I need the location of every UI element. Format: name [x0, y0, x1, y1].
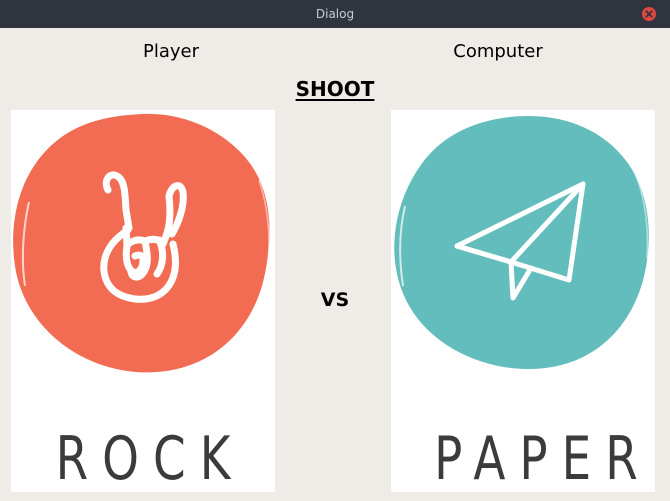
dialog-window: Dialog Player Computer SHOOT VS ROCK PAP…	[0, 0, 670, 501]
player-choice-card: ROCK	[11, 110, 275, 492]
shoot-heading: SHOOT	[295, 77, 375, 101]
close-icon[interactable]	[642, 7, 656, 21]
computer-choice-caption: PAPER	[434, 424, 652, 492]
player-label: Player	[142, 41, 199, 62]
title-bar: Dialog	[0, 0, 670, 28]
computer-label: Computer	[453, 41, 543, 62]
computer-choice-card: PAPER	[391, 110, 655, 492]
player-choice-caption: ROCK	[55, 424, 245, 492]
vs-label: VS	[320, 289, 350, 311]
window-title: Dialog	[315, 7, 355, 21]
